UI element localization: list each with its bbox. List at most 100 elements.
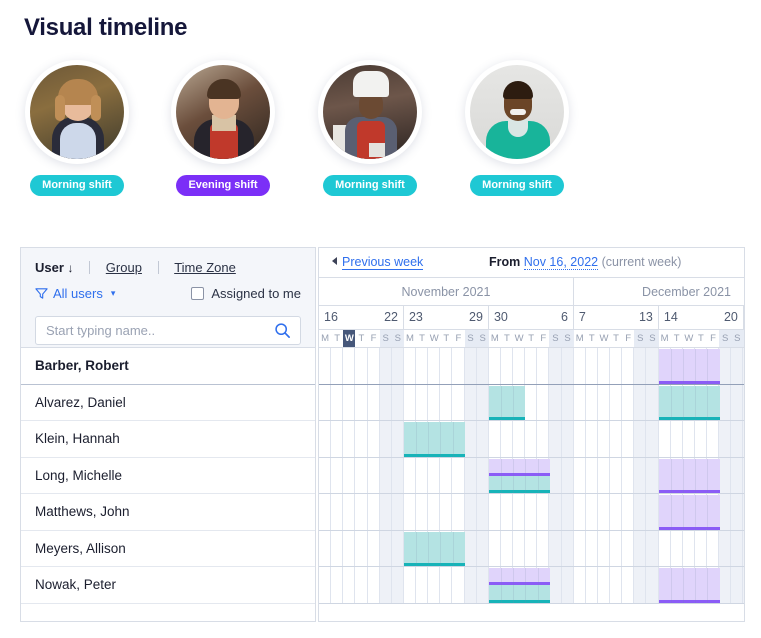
grid-cell[interactable] xyxy=(488,348,501,384)
grid-cell[interactable] xyxy=(573,530,586,566)
grid-cell[interactable] xyxy=(331,421,344,457)
grid-cell[interactable] xyxy=(355,530,368,566)
user-row-6[interactable]: Nowak, Peter xyxy=(21,567,315,604)
tab-time-zone[interactable]: Time Zone xyxy=(174,260,236,275)
grid-cell[interactable] xyxy=(622,494,635,530)
timeline-row-0[interactable] xyxy=(319,348,744,385)
grid-cell[interactable] xyxy=(343,530,356,566)
staff-card-2[interactable]: Morning shift xyxy=(295,60,445,196)
grid-cell[interactable] xyxy=(707,421,720,457)
day-cell-w2-d4[interactable]: F xyxy=(537,330,549,347)
grid-cell[interactable] xyxy=(549,457,562,493)
grid-cell[interactable] xyxy=(380,530,392,566)
grid-cell[interactable] xyxy=(562,494,574,530)
grid-cell[interactable] xyxy=(403,384,416,420)
grid-cell[interactable] xyxy=(731,530,744,566)
grid-cell[interactable] xyxy=(585,530,598,566)
grid-cell[interactable] xyxy=(622,421,635,457)
grid-cell[interactable] xyxy=(537,348,550,384)
evening-shift-bar[interactable] xyxy=(658,458,720,493)
grid-cell[interactable] xyxy=(477,457,489,493)
grid-cell[interactable] xyxy=(719,421,732,457)
grid-cell[interactable] xyxy=(646,384,659,420)
grid-cell[interactable] xyxy=(610,421,623,457)
grid-cell[interactable] xyxy=(392,567,404,603)
grid-cell[interactable] xyxy=(513,494,526,530)
grid-cell[interactable] xyxy=(694,421,707,457)
grid-cell[interactable] xyxy=(416,567,429,603)
grid-cell[interactable] xyxy=(634,348,647,384)
grid-cell[interactable] xyxy=(622,348,635,384)
grid-cell[interactable] xyxy=(658,421,671,457)
grid-cell[interactable] xyxy=(380,348,392,384)
day-cell-w0-d0[interactable]: M xyxy=(319,330,331,347)
grid-cell[interactable] xyxy=(610,494,623,530)
grid-cell[interactable] xyxy=(367,384,380,420)
grid-cell[interactable] xyxy=(392,530,404,566)
grid-cell[interactable] xyxy=(719,457,732,493)
grid-cell[interactable] xyxy=(355,348,368,384)
day-cell-w4-d5[interactable]: S xyxy=(719,330,732,347)
grid-cell[interactable] xyxy=(646,494,659,530)
grid-cell[interactable] xyxy=(670,421,683,457)
grid-cell[interactable] xyxy=(440,384,453,420)
day-cell-w0-d1[interactable]: T xyxy=(331,330,343,347)
grid-cell[interactable] xyxy=(537,421,550,457)
grid-cell[interactable] xyxy=(452,348,465,384)
grid-cell[interactable] xyxy=(403,567,416,603)
grid-cell[interactable] xyxy=(513,421,526,457)
day-cell-w3-d0[interactable]: M xyxy=(574,330,586,347)
staff-card-3[interactable]: Morning shift xyxy=(442,60,592,196)
grid-cell[interactable] xyxy=(392,348,404,384)
day-cell-w1-d4[interactable]: F xyxy=(452,330,464,347)
grid-cell[interactable] xyxy=(488,421,501,457)
grid-cell[interactable] xyxy=(465,530,477,566)
grid-cell[interactable] xyxy=(343,457,356,493)
search-icon[interactable] xyxy=(274,322,291,344)
grid-cell[interactable] xyxy=(319,384,332,420)
grid-cell[interactable] xyxy=(380,384,392,420)
availability-bar[interactable] xyxy=(488,567,550,603)
grid-cell[interactable] xyxy=(525,530,538,566)
grid-cell[interactable] xyxy=(573,567,586,603)
grid-cell[interactable] xyxy=(319,348,332,384)
grid-cell[interactable] xyxy=(525,348,538,384)
grid-cell[interactable] xyxy=(707,530,720,566)
grid-cell[interactable] xyxy=(428,567,441,603)
grid-cell[interactable] xyxy=(731,494,744,530)
user-row-3[interactable]: Long, Michelle xyxy=(21,458,315,494)
grid-cell[interactable] xyxy=(731,421,744,457)
day-cell-w3-d3[interactable]: T xyxy=(610,330,622,347)
grid-cell[interactable] xyxy=(573,348,586,384)
day-cell-w0-d2[interactable]: W xyxy=(343,330,356,347)
from-date-value[interactable]: Nov 16, 2022 xyxy=(523,255,599,270)
grid-cell[interactable] xyxy=(319,457,332,493)
grid-cell[interactable] xyxy=(537,494,550,530)
day-cell-w2-d5[interactable]: S xyxy=(549,330,562,347)
day-cell-w1-d2[interactable]: W xyxy=(428,330,440,347)
grid-cell[interactable] xyxy=(392,494,404,530)
grid-cell[interactable] xyxy=(380,421,392,457)
grid-cell[interactable] xyxy=(343,384,356,420)
day-cell-w4-d2[interactable]: W xyxy=(683,330,695,347)
grid-cell[interactable] xyxy=(500,494,513,530)
grid-cell[interactable] xyxy=(549,421,562,457)
day-cell-w1-d0[interactable]: M xyxy=(404,330,416,347)
grid-cell[interactable] xyxy=(513,530,526,566)
grid-cell[interactable] xyxy=(610,567,623,603)
grid-cell[interactable] xyxy=(525,421,538,457)
grid-cell[interactable] xyxy=(670,530,683,566)
grid-cell[interactable] xyxy=(343,567,356,603)
grid-cell[interactable] xyxy=(585,567,598,603)
grid-cell[interactable] xyxy=(610,384,623,420)
grid-cell[interactable] xyxy=(416,457,429,493)
day-cell-w4-d3[interactable]: T xyxy=(695,330,707,347)
grid-cell[interactable] xyxy=(380,494,392,530)
grid-cell[interactable] xyxy=(367,530,380,566)
grid-cell[interactable] xyxy=(452,494,465,530)
day-cell-w2-d1[interactable]: T xyxy=(501,330,513,347)
grid-cell[interactable] xyxy=(440,567,453,603)
day-cell-w2-d3[interactable]: T xyxy=(525,330,537,347)
availability-bar[interactable] xyxy=(658,458,720,493)
assigned-to-me-checkbox[interactable] xyxy=(191,287,205,300)
